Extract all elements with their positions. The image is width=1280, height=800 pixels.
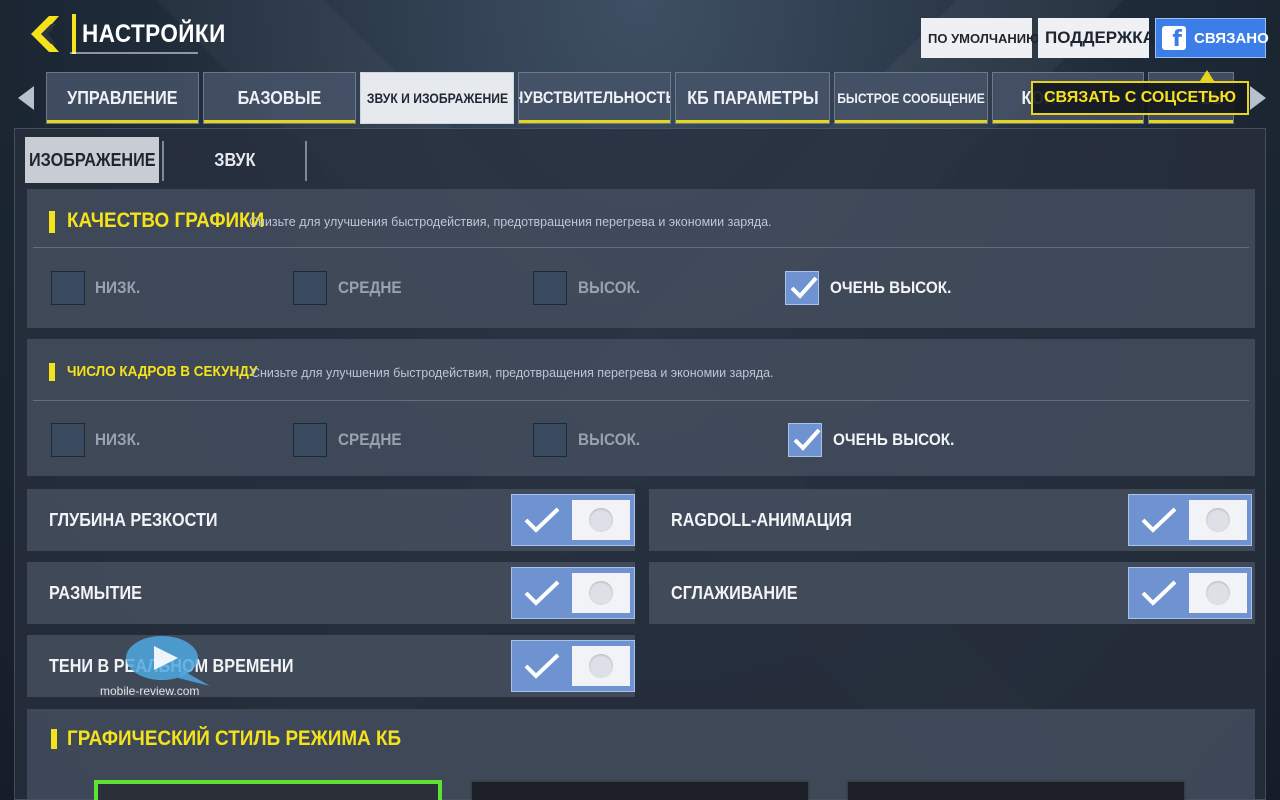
- toggle-knob: [572, 500, 630, 540]
- link-social-tooltip[interactable]: СВЯЗАТЬ С СОЦСЕТЬЮ: [1031, 81, 1249, 115]
- fps-high-checkbox[interactable]: [533, 423, 567, 457]
- br-style-option[interactable]: [846, 780, 1186, 800]
- fps-low-label: НИЗК.: [95, 430, 141, 449]
- section-accent-bar: [49, 211, 55, 233]
- tab-sensitivity[interactable]: ЧУВСТВИТЕЛЬНОСТЬ: [518, 72, 671, 124]
- section-accent-bar: [51, 729, 57, 749]
- tab-br-parameters[interactable]: КБ ПАРАМЕТРЫ: [675, 72, 830, 124]
- depth-of-field-toggle[interactable]: [511, 494, 635, 546]
- anti-aliasing-row: СГЛАЖИВАНИЕ: [649, 562, 1255, 624]
- checkmark-icon: [524, 580, 560, 606]
- realtime-shadows-row: ТЕНИ В РЕАЛЬНОМ ВРЕМЕНИ: [27, 635, 635, 697]
- title-accent-bar: [72, 14, 76, 54]
- graphics-low-checkbox[interactable]: [51, 271, 85, 305]
- ragdoll-label: RAGDOLL-АНИМАЦИЯ: [671, 510, 852, 530]
- br-style-option[interactable]: [470, 780, 810, 800]
- graphics-quality-title: КАЧЕСТВО ГРАФИКИ: [67, 209, 265, 232]
- section-divider: [33, 400, 1249, 401]
- depth-of-field-row: ГЛУБИНА РЕЗКОСТИ: [27, 489, 635, 551]
- checkmark-icon: [793, 428, 821, 451]
- settings-panel: ИЗОБРАЖЕНИЕ ЗВУК КАЧЕСТВО ГРАФИКИ Снизьт…: [14, 128, 1266, 800]
- checkmark-icon: [524, 507, 560, 533]
- default-settings-button[interactable]: ПО УМОЛЧАНИЮ: [921, 18, 1040, 58]
- graphics-high-checkbox[interactable]: [533, 271, 567, 305]
- toggle-knob: [572, 646, 630, 686]
- graphics-quality-section: КАЧЕСТВО ГРАФИКИ Снизьте для улучшения б…: [27, 189, 1255, 328]
- fps-medium-label: СРЕДНЕ: [338, 430, 402, 449]
- tabs-scroll-left-icon[interactable]: [16, 84, 36, 112]
- fps-section: ЧИСЛО КАДРОВ В СЕКУНДУ Снизьте для улучш…: [27, 339, 1255, 476]
- br-style-option-selected[interactable]: [94, 780, 442, 800]
- blur-toggle[interactable]: [511, 567, 635, 619]
- tooltip-pointer: [1200, 70, 1214, 81]
- fps-title: ЧИСЛО КАДРОВ В СЕКУНДУ: [67, 363, 258, 380]
- facebook-icon: f: [1162, 26, 1186, 51]
- tab-quick-message[interactable]: БЫСТРОЕ СООБЩЕНИЕ: [834, 72, 988, 124]
- ragdoll-row: RAGDOLL-АНИМАЦИЯ: [649, 489, 1255, 551]
- graphics-medium-checkbox[interactable]: [293, 271, 327, 305]
- support-button[interactable]: ПОДДЕРЖКА: [1038, 18, 1155, 58]
- tab-controls[interactable]: УПРАВЛЕНИЕ: [46, 72, 199, 124]
- ragdoll-toggle[interactable]: [1128, 494, 1252, 546]
- fps-medium-checkbox[interactable]: [293, 423, 327, 457]
- facebook-linked-button[interactable]: f СВЯЗАНО: [1155, 18, 1269, 58]
- page-title: НАСТРОЙКИ: [82, 19, 226, 48]
- fps-high-label: ВЫСОК.: [578, 430, 641, 449]
- graphics-high-label: ВЫСОК.: [578, 278, 641, 297]
- toggle-knob: [572, 573, 630, 613]
- toggle-knob: [1189, 500, 1247, 540]
- graphics-quality-description: Снизьте для улучшения быстродействия, пр…: [249, 215, 772, 229]
- fps-very-high-label: ОЧЕНЬ ВЫСОК.: [833, 430, 955, 449]
- fps-very-high-checkbox[interactable]: [788, 423, 822, 457]
- facebook-linked-label: СВЯЗАНО: [1194, 29, 1269, 47]
- realtime-shadows-toggle[interactable]: [511, 640, 635, 692]
- subtab-divider: [305, 141, 307, 181]
- blur-row: РАЗМЫТИЕ: [27, 562, 635, 624]
- subtab-graphics[interactable]: ИЗОБРАЖЕНИЕ: [25, 137, 159, 183]
- graphics-very-high-label: ОЧЕНЬ ВЫСОК.: [830, 278, 952, 297]
- section-divider: [33, 247, 1249, 248]
- back-arrow-icon: [31, 16, 59, 52]
- title-underline: [70, 52, 198, 54]
- fps-description: Снизьте для улучшения быстродействия, пр…: [251, 366, 774, 380]
- depth-of-field-label: ГЛУБИНА РЕЗКОСТИ: [49, 510, 218, 530]
- header: НАСТРОЙКИ: [28, 12, 242, 56]
- checkmark-icon: [1141, 580, 1177, 606]
- tab-basic[interactable]: БАЗОВЫЕ: [203, 72, 356, 124]
- br-graphic-style-title: ГРАФИЧЕСКИЙ СТИЛЬ РЕЖИМА КБ: [67, 727, 402, 750]
- fps-low-checkbox[interactable]: [51, 423, 85, 457]
- top-right-actions: ПО УМОЛЧАНИЮ ПОДДЕРЖКА f СВЯЗАНО: [921, 18, 1269, 58]
- back-button[interactable]: [28, 13, 70, 55]
- anti-aliasing-toggle[interactable]: [1128, 567, 1252, 619]
- graphics-low-label: НИЗК.: [95, 278, 141, 297]
- tabs-scroll-right-icon[interactable]: [1248, 84, 1268, 112]
- subtab-divider: [162, 141, 164, 181]
- tab-sound-graphics[interactable]: ЗВУК И ИЗОБРАЖЕНИЕ: [360, 72, 514, 124]
- graphics-medium-label: СРЕДНЕ: [338, 278, 402, 297]
- section-accent-bar: [49, 363, 55, 381]
- realtime-shadows-label: ТЕНИ В РЕАЛЬНОМ ВРЕМЕНИ: [49, 656, 294, 676]
- anti-aliasing-label: СГЛАЖИВАНИЕ: [671, 583, 798, 603]
- subtab-sound[interactable]: ЗВУК: [167, 137, 303, 183]
- blur-label: РАЗМЫТИЕ: [49, 583, 142, 603]
- graphics-very-high-checkbox[interactable]: [785, 271, 819, 305]
- checkmark-icon: [524, 653, 560, 679]
- checkmark-icon: [1141, 507, 1177, 533]
- toggle-knob: [1189, 573, 1247, 613]
- checkmark-icon: [790, 276, 818, 299]
